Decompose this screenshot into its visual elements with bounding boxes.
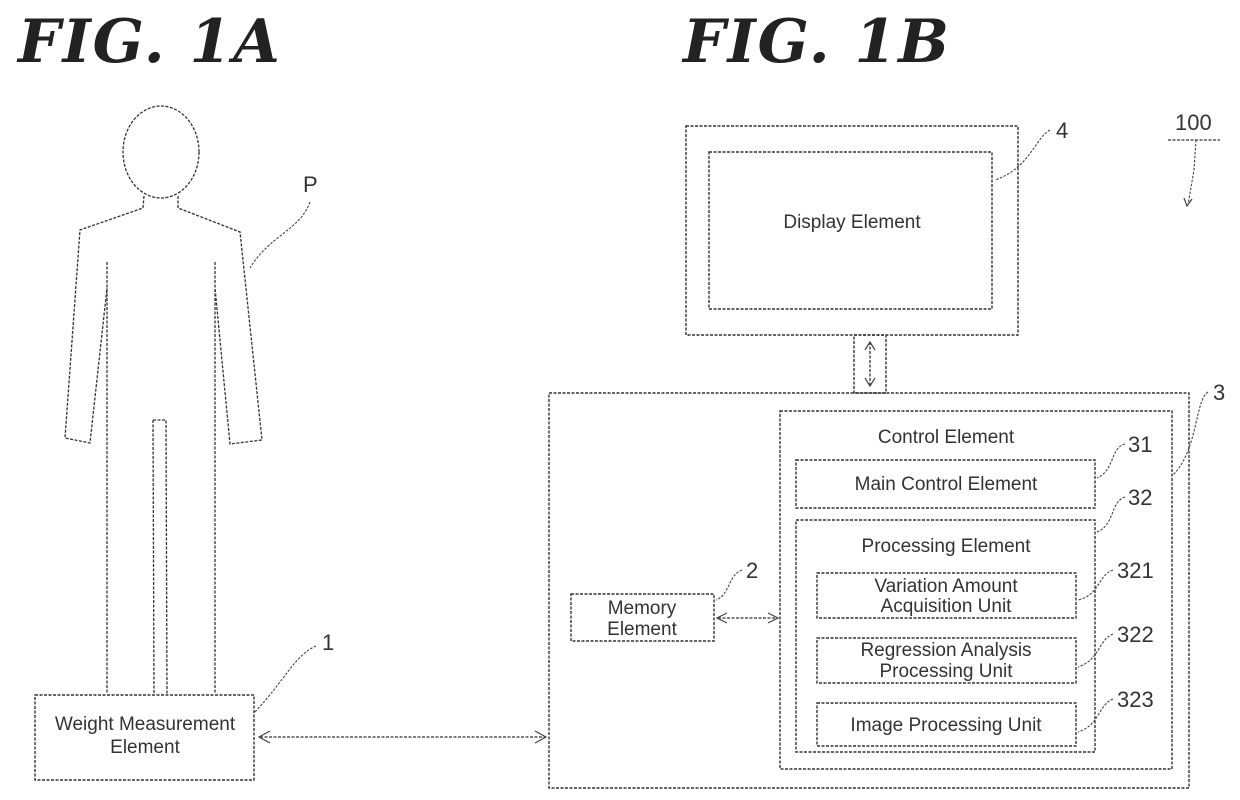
variation-unit-label-1: Variation Amount [874, 576, 1018, 597]
fig-1a-title: FIG. 1A [16, 7, 282, 77]
processing-ref: 32 [1128, 485, 1152, 510]
memory-element-label-2: Element [607, 619, 677, 640]
person-leader-line [249, 201, 311, 269]
variation-unit-label-2: Acquisition Unit [881, 596, 1013, 617]
memory-ref: 2 [746, 558, 758, 583]
weight-measurement-label-1: Weight Measurement [55, 714, 236, 735]
patent-diagram: FIG. 1A FIG. 1B P Weight Measurement Ele… [16, 7, 1225, 789]
regression-unit-label-1: Regression Analysis [860, 640, 1031, 661]
processing-element-label: Processing Element [862, 536, 1032, 557]
main-control-leader-line [1096, 443, 1126, 479]
image-unit-ref: 323 [1117, 687, 1154, 712]
control-ref: 3 [1213, 380, 1225, 405]
control-leader-line [1172, 391, 1209, 476]
system-arrow-head [1183, 197, 1193, 208]
image-unit-label: Image Processing Unit [850, 715, 1042, 736]
regression-unit-ref: 322 [1117, 622, 1154, 647]
weight-leader-line [254, 645, 317, 713]
processing-leader-line [1096, 496, 1126, 533]
system-leader-line [1187, 139, 1197, 206]
weight-measurement-label-2: Element [110, 737, 180, 758]
system-ref: 100 [1175, 110, 1212, 135]
memory-to-control-arrow [715, 612, 780, 624]
fig-1b-title: FIG. 1B [681, 7, 951, 77]
person-legs [106, 262, 216, 695]
weight-to-control-arrow [257, 730, 548, 744]
display-ref: 4 [1056, 118, 1068, 143]
main-control-ref: 31 [1128, 432, 1152, 457]
memory-leader-line [715, 569, 743, 601]
variation-unit-ref: 321 [1117, 558, 1154, 583]
display-element-label: Display Element [783, 212, 921, 233]
person-head [122, 105, 200, 199]
person-figure [64, 105, 263, 695]
memory-element-label-1: Memory [608, 598, 677, 619]
person-body-outline [64, 195, 263, 445]
control-element-label: Control Element [878, 427, 1015, 448]
main-control-element-label: Main Control Element [855, 474, 1038, 495]
display-connector [853, 334, 887, 394]
display-leader-line [994, 129, 1051, 181]
weight-measurement-ref: 1 [322, 630, 334, 655]
regression-unit-label-2: Processing Unit [879, 661, 1013, 682]
person-ref-label: P [303, 172, 318, 197]
